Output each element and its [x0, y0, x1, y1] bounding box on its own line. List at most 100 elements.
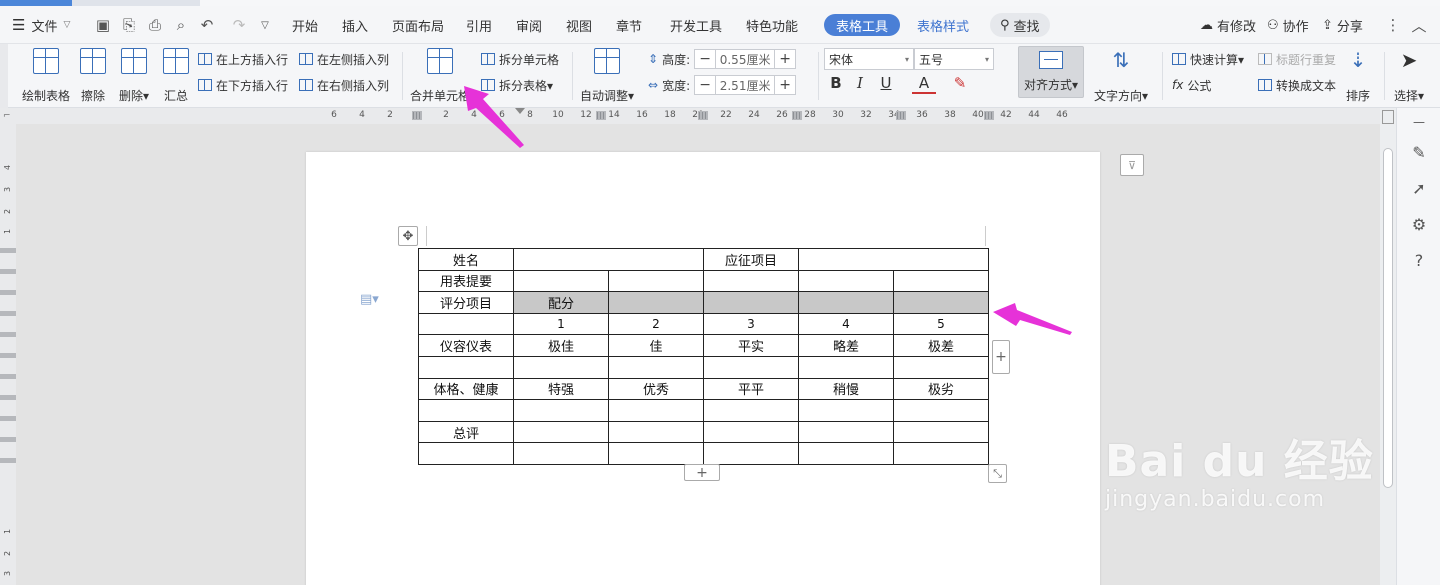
ribbon-scroll-left[interactable]: [0, 44, 8, 108]
table-cell[interactable]: [798, 269, 894, 293]
table-cell[interactable]: [893, 442, 989, 465]
table-cell[interactable]: [418, 355, 514, 379]
table-cell[interactable]: [893, 291, 989, 314]
insert-col-left-button[interactable]: 在左侧插入列: [299, 48, 389, 70]
split-cells-button[interactable]: 拆分单元格: [481, 48, 559, 70]
vruler-row-marker[interactable]: [0, 248, 16, 253]
table-cell[interactable]: 3: [703, 312, 799, 336]
delete-button[interactable]: 删除▾: [119, 48, 149, 104]
merge-cells-button[interactable]: 合并单元格: [410, 48, 470, 104]
paragraph-options-icon[interactable]: ▤▾: [360, 292, 379, 307]
table-cell[interactable]: [893, 355, 989, 379]
table-cell[interactable]: [608, 442, 704, 465]
table-cell[interactable]: [798, 291, 894, 314]
font-color-icon[interactable]: A: [912, 74, 936, 94]
export-icon[interactable]: ⎘: [116, 6, 142, 44]
tab-table-tools[interactable]: 表格工具: [824, 14, 901, 36]
table-cell[interactable]: 2: [608, 312, 704, 336]
ruler-column-marker[interactable]: [698, 111, 708, 120]
table-cell[interactable]: [798, 399, 894, 422]
insert-row-below-button[interactable]: 在下方插入行: [198, 74, 288, 96]
print-icon[interactable]: ⎙: [142, 6, 168, 44]
tab-insert[interactable]: 插入: [342, 6, 368, 44]
table-cell[interactable]: [418, 399, 514, 422]
file-menu[interactable]: ☰ 文件 ▽: [12, 6, 70, 44]
search-box[interactable]: ⚲ 查找: [990, 13, 1050, 37]
font-name-combo[interactable]: 宋体 ▾: [824, 48, 914, 70]
height-spinner[interactable]: − 0.55厘米 +: [694, 49, 797, 69]
vruler-row-marker[interactable]: [0, 458, 16, 463]
resize-table-icon[interactable]: ⤡: [988, 464, 1007, 483]
table-cell[interactable]: [893, 399, 989, 422]
width-increase-button[interactable]: +: [775, 76, 795, 94]
table-cell[interactable]: [513, 420, 609, 444]
quick-calc-button[interactable]: 快速计算▾: [1172, 48, 1244, 70]
tab-home[interactable]: 开始: [292, 6, 318, 44]
tab-page-layout[interactable]: 页面布局: [392, 6, 444, 44]
document-page[interactable]: ✥ ▤▾ 姓名 应征项目 用表提要 评分项目 配分 1 2 3 4 5 仪容仪表 极佳佳平实 略差 极差体…: [306, 152, 1100, 585]
align-button[interactable]: 对齐方式▾: [1018, 46, 1084, 98]
tab-review[interactable]: 审阅: [516, 6, 542, 44]
vruler-row-marker[interactable]: [0, 311, 16, 316]
help-icon[interactable]: ?: [1409, 250, 1429, 270]
table-cell[interactable]: [513, 355, 609, 379]
table-cell[interactable]: 极劣: [893, 377, 989, 401]
table-cell[interactable]: 平实: [703, 334, 799, 357]
ruler-column-marker[interactable]: [792, 111, 802, 120]
table-cell[interactable]: [893, 420, 989, 444]
table-cell[interactable]: [513, 399, 609, 422]
collapse-ribbon-icon[interactable]: ︿: [1406, 6, 1432, 44]
split-view-icon[interactable]: [1382, 110, 1394, 124]
font-size-combo[interactable]: 五号 ▾: [914, 48, 994, 70]
scrollbar-thumb[interactable]: [1383, 148, 1393, 488]
table-cell[interactable]: [798, 248, 989, 271]
redo-icon[interactable]: ↷: [226, 6, 252, 44]
collab-button[interactable]: ⚇ 协作: [1267, 6, 1309, 44]
vruler-row-marker[interactable]: [0, 374, 16, 379]
select-button[interactable]: ➤ 选择▾: [1394, 48, 1424, 104]
table-cell[interactable]: [608, 291, 704, 314]
indent-marker-icon[interactable]: [515, 108, 525, 114]
table-cell[interactable]: 配分: [513, 291, 609, 314]
table-cell[interactable]: 特强: [513, 377, 609, 401]
vruler-row-marker[interactable]: [0, 416, 16, 421]
table-cell[interactable]: 仪容仪表: [418, 334, 514, 357]
table-cell[interactable]: [513, 248, 704, 271]
split-table-button[interactable]: 拆分表格▾: [481, 74, 553, 96]
table-cell[interactable]: [608, 269, 704, 293]
ruler-column-marker[interactable]: [984, 111, 994, 120]
convert-to-text-button[interactable]: 转换成文本: [1258, 74, 1336, 96]
table-cell[interactable]: 体格、健康: [418, 377, 514, 401]
table-cell[interactable]: [703, 269, 799, 293]
italic-icon[interactable]: I: [848, 74, 872, 92]
table-cell[interactable]: [418, 312, 514, 336]
more-icon[interactable]: ⋮: [1380, 6, 1406, 44]
table-cell[interactable]: [798, 442, 894, 465]
table-cell[interactable]: 优秀: [608, 377, 704, 401]
table-cell[interactable]: [798, 355, 894, 379]
vruler-row-marker[interactable]: [0, 395, 16, 400]
tab-view[interactable]: 视图: [566, 6, 592, 44]
customize-icon[interactable]: ▽: [252, 6, 278, 44]
table-cell[interactable]: 佳: [608, 334, 704, 357]
table-cell[interactable]: [608, 399, 704, 422]
repeat-header-button[interactable]: 标题行重复: [1258, 48, 1336, 70]
modified-button[interactable]: ☁ 有修改: [1200, 6, 1256, 44]
table-cell[interactable]: [418, 442, 514, 465]
vertical-scrollbar[interactable]: [1380, 108, 1396, 585]
table-cell[interactable]: 稍慢: [798, 377, 894, 401]
scoring-table[interactable]: 姓名 应征项目 用表提要 评分项目 配分 1 2 3 4 5 仪容仪表 极佳佳平实 略差 极差 体格、健康特…: [418, 248, 989, 465]
erase-button[interactable]: 擦除: [80, 48, 106, 104]
height-value[interactable]: 0.55厘米: [715, 50, 776, 68]
page-filter-icon[interactable]: ⊽: [1120, 154, 1144, 176]
vruler-row-marker[interactable]: [0, 269, 16, 274]
table-cell[interactable]: 极佳: [513, 334, 609, 357]
tab-special[interactable]: 特色功能: [746, 6, 798, 44]
table-cell[interactable]: 应征项目: [703, 248, 799, 271]
share-button[interactable]: ⇪ 分享: [1322, 6, 1363, 44]
table-cell[interactable]: [513, 269, 609, 293]
highlight-icon[interactable]: ✎: [948, 74, 972, 92]
tab-references[interactable]: 引用: [466, 6, 492, 44]
table-cell[interactable]: [513, 442, 609, 465]
table-cell[interactable]: 1: [513, 312, 609, 336]
